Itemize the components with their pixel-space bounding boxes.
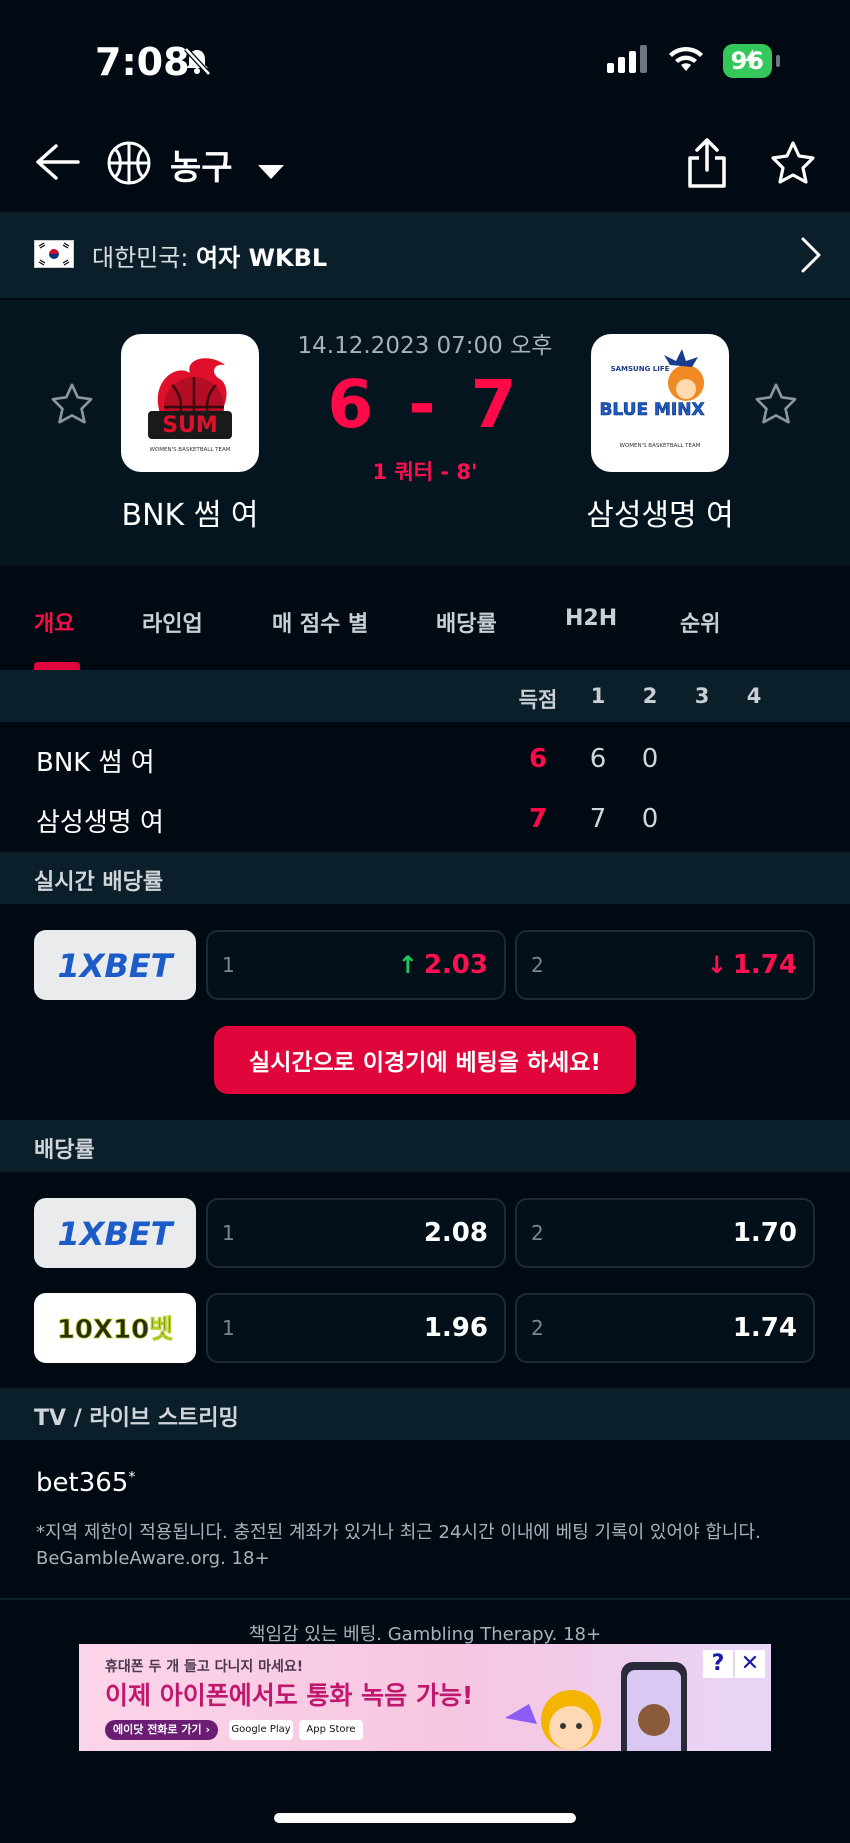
odd-index: 2 (531, 1221, 544, 1245)
odd-value: 2.08 (423, 1218, 488, 1248)
ad-tagline: 휴대폰 두 개 들고 다니지 마세요! (105, 1659, 304, 1675)
away-logo-sub: WOMEN'S BASKETBALL TEAM (619, 443, 700, 449)
battery-cap (776, 55, 780, 67)
app-store-badge: App Store (299, 1720, 363, 1740)
divider (0, 1598, 850, 1600)
home-total: 6 (528, 744, 548, 774)
header-q1: 1 (590, 684, 606, 708)
odd-index: 1 (222, 1221, 235, 1245)
stream-disclaimer: *지역 제한이 적용됩니다. 충전된 계좌가 있거나 최근 24시간 이내에 베… (36, 1522, 761, 1569)
odd-10x10-home[interactable]: 1 1.96 (206, 1293, 506, 1363)
sport-label: 농구 (170, 148, 233, 188)
tab-lineup[interactable]: 라인업 (142, 606, 203, 638)
tab-active-indicator (34, 662, 80, 670)
tv-title: TV / 라이브 스트리밍 (34, 1406, 239, 1431)
wifi-icon (667, 45, 705, 77)
tab-odds[interactable]: 배당률 (436, 606, 497, 638)
ad-cta-label: 에이닷 전화로 가기 (113, 1723, 202, 1736)
odd-1xbet-home[interactable]: 1 2.08 (206, 1198, 506, 1268)
ad-cta[interactable]: 에이닷 전화로 가기 › (105, 1720, 218, 1740)
away-total: 7 (528, 804, 548, 834)
odd-10x10-away[interactable]: 2 1.74 (515, 1293, 815, 1363)
header-q2: 2 (642, 684, 658, 708)
odds-title: 배당률 (34, 1138, 95, 1163)
favorite-star-icon[interactable] (770, 140, 816, 190)
share-icon[interactable] (686, 138, 728, 192)
google-play-badge: Google Play (229, 1720, 293, 1740)
league-country: 대한민국: (92, 244, 189, 272)
charging-bolt-icon (745, 49, 759, 73)
footnote-mark: * (128, 1469, 136, 1486)
home-indicator[interactable] (274, 1813, 576, 1823)
back-arrow-icon[interactable] (34, 142, 80, 186)
odd-index: 1 (222, 953, 235, 977)
away-logo-text: BLUE MINX (600, 400, 705, 420)
header-total: 득점 (518, 688, 558, 712)
character-illustration-icon (499, 1678, 609, 1751)
tab-standings[interactable]: 순위 (680, 606, 720, 638)
header-q3: 3 (694, 684, 710, 708)
status-time: 7:08 (95, 40, 190, 84)
live-odd-home[interactable]: 1 ↑ 2.03 (206, 930, 506, 1000)
odd-index: 1 (222, 1316, 235, 1340)
bookmaker-1xbet-live[interactable]: 1XBET (34, 930, 196, 1000)
live-odd-away[interactable]: 2 ↓ 1.74 (515, 930, 815, 1000)
bell-muted-icon (182, 46, 212, 80)
arrow-up-icon: ↑ (397, 951, 418, 979)
league-name[interactable]: 대한민국: 여자 WKBL (92, 238, 327, 273)
odd-value: 1.70 (732, 1218, 797, 1248)
bookmaker-logo-text: 10X10벳 (57, 1315, 173, 1345)
away-logo-top: SAMSUNG LIFE (611, 365, 670, 373)
header-q4: 4 (746, 684, 762, 708)
odds-header (0, 1120, 850, 1172)
bookmaker-logo-text: 1XBET (57, 1215, 174, 1253)
home-q2: 0 (641, 744, 659, 774)
tab-point-by-point[interactable]: 매 점수 별 (272, 606, 368, 638)
stream-provider-name: bet365 (36, 1468, 129, 1498)
home-q1: 6 (589, 744, 607, 774)
scoreboard-away-team: 삼성생명 여 (36, 808, 164, 838)
tab-bar (0, 566, 850, 670)
korea-flag-icon (34, 240, 74, 268)
odd-value: ↓ 1.74 (707, 950, 797, 980)
sport-selector[interactable]: 농구 (170, 140, 285, 190)
away-team-logo[interactable]: SAMSUNG LIFE BLUE MINX WOMEN'S BASKETBAL… (591, 334, 729, 472)
ad-close-icon[interactable]: ✕ (735, 1650, 765, 1678)
away-q1: 7 (589, 804, 607, 834)
ad-info-icon[interactable]: ? (703, 1650, 733, 1678)
caret-down-icon (258, 150, 285, 190)
odd-value: 1.96 (423, 1313, 488, 1343)
bookmaker-logo-text: 1XBET (57, 947, 174, 985)
away-team-name[interactable]: 삼성생명 여 (540, 490, 780, 534)
cellular-signal-icon (606, 45, 649, 77)
odd-index: 2 (531, 953, 544, 977)
scoreboard-home-team: BNK 썸 여 (36, 748, 155, 778)
odd-value: ↑ 2.03 (398, 950, 488, 980)
ad-controls: ? ✕ (703, 1650, 765, 1678)
odd-index: 2 (531, 1316, 544, 1340)
away-q2: 0 (641, 804, 659, 834)
tab-h2h[interactable]: H2H (565, 606, 617, 631)
bookmaker-1xbet[interactable]: 1XBET (34, 1198, 196, 1268)
away-favorite-star-icon[interactable] (754, 382, 798, 430)
league-title: 여자 WKBL (196, 244, 328, 272)
phone-illustration-icon (619, 1660, 689, 1751)
odd-number: 1.74 (732, 950, 797, 980)
tab-overview[interactable]: 개요 (34, 606, 74, 638)
basketball-icon (106, 140, 152, 190)
chevron-right-icon[interactable] (800, 236, 822, 278)
live-odds-title: 실시간 배당률 (34, 870, 164, 895)
arrow-down-icon: ↓ (706, 951, 727, 979)
stream-provider[interactable]: bet365* (36, 1468, 135, 1498)
home-team-name[interactable]: BNK 썸 여 (70, 490, 310, 534)
odd-number: 2.03 (423, 950, 488, 980)
bookmaker-10x10bet[interactable]: 10X10벳 (34, 1293, 196, 1363)
odd-1xbet-away[interactable]: 2 1.70 (515, 1198, 815, 1268)
responsible-gambling[interactable]: 책임감 있는 베팅. Gambling Therapy. 18+ (0, 1620, 850, 1646)
bet-live-button[interactable]: 실시간으로 이경기에 베팅을 하세요! (214, 1026, 636, 1094)
ad-headline: 이제 아이폰에서도 통화 녹음 가능! (105, 1681, 474, 1710)
home-logo-sub: WOMEN'S BASKETBALL TEAM (149, 447, 230, 453)
odd-value: 1.74 (732, 1313, 797, 1343)
ad-banner[interactable]: 휴대폰 두 개 들고 다니지 마세요! 이제 아이폰에서도 통화 녹음 가능! … (79, 1644, 771, 1751)
